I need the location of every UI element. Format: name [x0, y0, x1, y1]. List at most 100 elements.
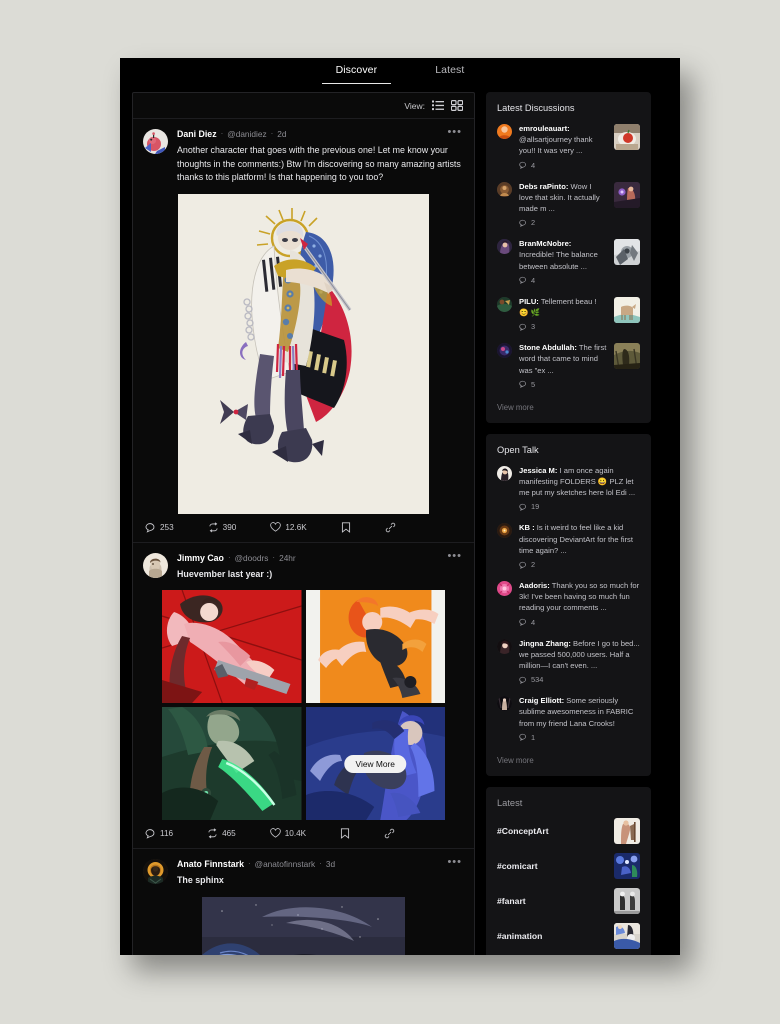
share-action[interactable]: 390 [208, 521, 236, 533]
copy-link-action[interactable] [385, 522, 396, 533]
reply-count[interactable]: 534 [519, 675, 640, 684]
discussion-item[interactable]: emrouleauart: @allsartjourney thank you!… [497, 123, 640, 170]
open-talk-item[interactable]: Craig Elliott: Some seriously sublime aw… [497, 695, 640, 742]
discussion-body: Incredible! The balance between absolute… [519, 250, 598, 271]
open-talk-user: Jingna Zhang: [519, 638, 571, 648]
tab-latest[interactable]: Latest [421, 64, 478, 83]
tag-row-fanart[interactable]: #fanart [497, 887, 640, 914]
post-more-options-button[interactable]: ••• [447, 127, 462, 140]
reply-count-value: 534 [531, 675, 544, 685]
reply-count[interactable]: 4 [519, 276, 607, 285]
avatar[interactable] [143, 129, 168, 154]
reply-count[interactable]: 5 [519, 380, 607, 389]
avatar [497, 181, 512, 197]
tag-label: #comicart [497, 860, 538, 871]
post-media [133, 185, 474, 514]
post-caption: Another character that goes with the pre… [177, 145, 461, 182]
feed-column: View: Dani Diez · @danidiez · 2d ••• Ano… [132, 92, 475, 955]
discussion-thumbnail[interactable] [614, 239, 640, 266]
open-talk-item[interactable]: KB : Is it weird to feel like a kid disc… [497, 522, 640, 569]
post-caption: Huevember last year :) [177, 568, 273, 579]
discussion-user: Debs raPinto: [519, 181, 569, 191]
discussion-thumbnail[interactable] [614, 124, 640, 150]
post-more-options-button[interactable]: ••• [447, 550, 462, 564]
post-meta: Anato Finnstark · @anatofinnstark · 3d •… [177, 857, 462, 870]
reply-count[interactable]: 2 [519, 218, 607, 227]
reply-count[interactable]: 4 [519, 618, 640, 627]
bookmark-action[interactable] [340, 828, 350, 839]
app-window: Discover Latest View: Dani Diez · @danid… [120, 58, 680, 955]
post-handle[interactable]: @anatofinnstark [255, 858, 316, 870]
open-talk-user: Aadoris: [519, 581, 550, 591]
grid-view-icon[interactable] [451, 100, 463, 111]
tab-discover[interactable]: Discover [321, 64, 392, 84]
tag-row-conceptart[interactable]: #ConceptArt [497, 817, 640, 844]
avatar[interactable] [143, 859, 168, 884]
post-handle[interactable]: @danidiez [227, 128, 266, 140]
sidebar-column: Latest Discussions emrouleauart: @allsar… [486, 92, 651, 955]
reply-count-value: 4 [531, 617, 536, 627]
comment-icon [145, 522, 155, 533]
discussion-content: emrouleauart: @allsartjourney thank you!… [519, 123, 607, 170]
avatar [497, 581, 512, 597]
reply-count-value: 2 [531, 218, 536, 228]
discussion-item[interactable]: Debs raPinto: Wow I love that skin. It a… [497, 181, 640, 227]
discussion-thumbnail[interactable] [614, 343, 640, 370]
open-talk-content: Craig Elliott: Some seriously sublime aw… [519, 695, 640, 742]
comment-icon [145, 829, 155, 839]
comment-icon [519, 619, 526, 627]
post-author[interactable]: Dani Diez [177, 128, 217, 140]
comment-icon [519, 323, 526, 331]
page-canvas: Discover Latest View: Dani Diez · @danid… [0, 0, 780, 1024]
copy-link-action[interactable] [384, 828, 395, 839]
bookmark-action[interactable] [341, 521, 351, 533]
tag-thumbnail [614, 852, 640, 879]
discussion-thumbnail[interactable] [614, 296, 640, 323]
like-action[interactable]: 12.6K [270, 521, 307, 533]
discussion-content: BranMcNobre: Incredible! The balance bet… [519, 238, 607, 285]
panel-title: Open Talk [497, 444, 539, 455]
grid-image-1[interactable] [162, 590, 302, 703]
view-more-open-talk-button[interactable]: View more [497, 753, 534, 769]
post-handle[interactable]: @doodrs [235, 552, 269, 564]
reply-count[interactable]: 3 [519, 322, 607, 331]
view-more-button[interactable]: View More [344, 754, 406, 773]
post-author[interactable]: Anato Finnstark [177, 858, 244, 870]
comment-count: 116 [160, 829, 174, 838]
comment-action[interactable]: 253 [145, 522, 174, 533]
reply-count[interactable]: 2 [519, 560, 640, 569]
like-action[interactable]: 10.4K [270, 828, 306, 839]
discussion-item[interactable]: Stone Abdullah: The first word that came… [497, 342, 640, 389]
avatar[interactable] [143, 552, 168, 578]
reply-count[interactable]: 4 [519, 161, 607, 170]
view-label: View: [404, 100, 425, 111]
tag-row-animation[interactable]: #animation [497, 922, 640, 949]
comment-icon [519, 277, 526, 285]
reply-count[interactable]: 19 [519, 502, 640, 511]
discussion-item[interactable]: PILU: Tellement beau ! 😊 🌿 3 [497, 296, 640, 331]
grid-image-4[interactable]: View More [305, 707, 445, 820]
open-talk-content: Jessica M: I am once again manifesting F… [519, 465, 640, 512]
tag-label: #animation [497, 930, 543, 941]
share-action[interactable]: 465 [207, 828, 236, 839]
discussion-item[interactable]: BranMcNobre: Incredible! The balance bet… [497, 238, 640, 285]
share-count: 465 [222, 829, 236, 838]
open-talk-item[interactable]: Jingna Zhang: Before I go to bed... we p… [497, 638, 640, 684]
list-view-icon[interactable] [432, 100, 444, 111]
reply-count[interactable]: 1 [519, 733, 640, 742]
repost-icon [208, 828, 217, 839]
discussion-thumbnail[interactable] [614, 181, 640, 208]
grid-image-2[interactable] [305, 590, 445, 703]
artwork-image[interactable] [178, 193, 429, 514]
open-talk-item[interactable]: Aadoris: Thank you so so much for 3k! I'… [497, 580, 640, 627]
post-more-options-button[interactable]: ••• [447, 857, 462, 870]
artwork-image[interactable] [202, 896, 405, 956]
view-more-discussions-button[interactable]: View more [497, 400, 534, 416]
comment-action[interactable]: 116 [145, 828, 173, 839]
open-talk-item[interactable]: Jessica M: I am once again manifesting F… [497, 465, 640, 512]
tag-row-comicart[interactable]: #comicart [497, 852, 640, 879]
heart-icon [270, 521, 282, 532]
post-author[interactable]: Jimmy Cao [177, 552, 224, 564]
grid-image-3[interactable] [162, 707, 302, 820]
avatar [497, 343, 512, 359]
